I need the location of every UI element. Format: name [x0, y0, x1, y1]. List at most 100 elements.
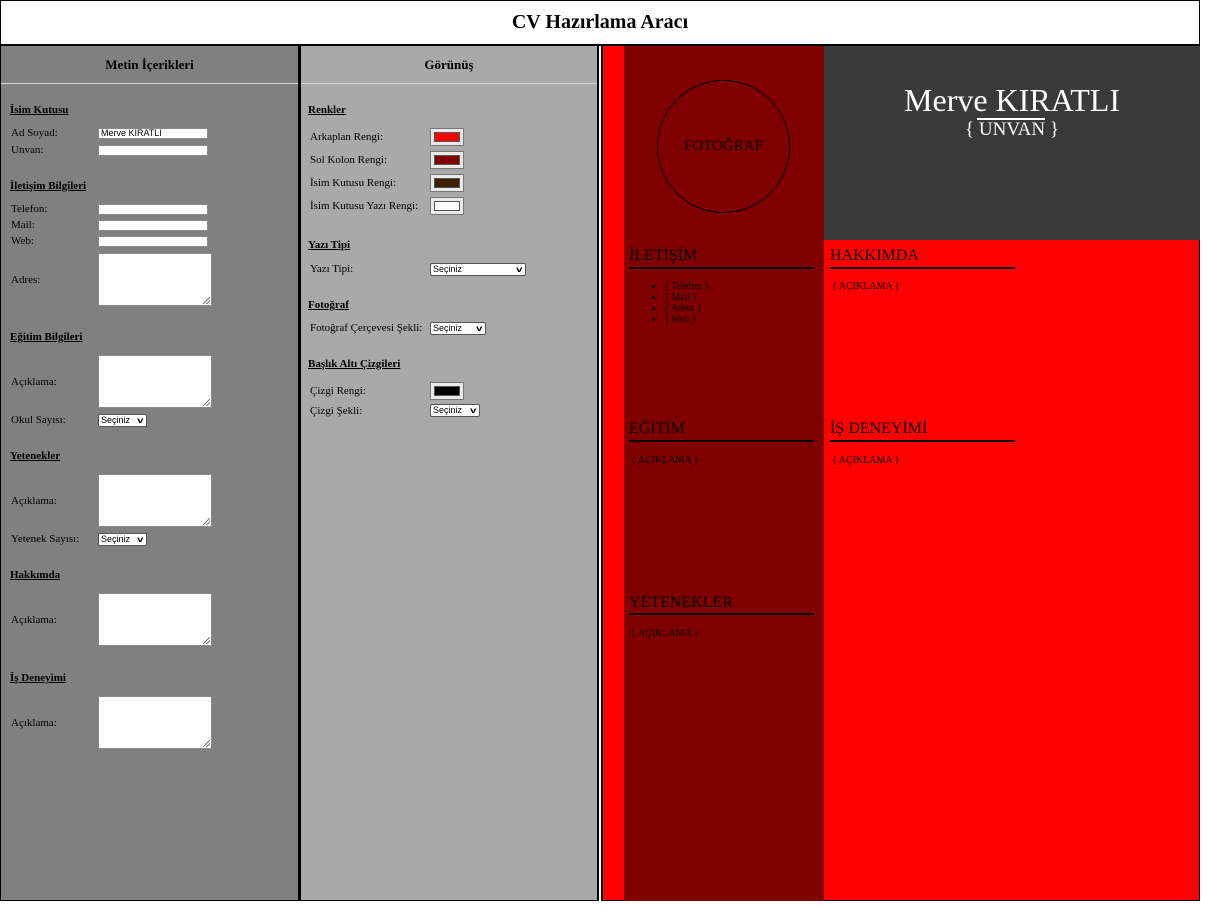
cv-contact-web: { Web } — [664, 314, 709, 325]
appearance-title: Görünüş — [301, 46, 597, 84]
photo-frame-value: Seçiniz — [433, 323, 463, 333]
font-select[interactable]: Seçiniz v — [430, 263, 526, 276]
web-label: Web: — [11, 235, 34, 247]
leftcol-color-picker[interactable] — [430, 151, 464, 169]
chevron-down-icon: v — [475, 324, 482, 333]
photo-frame-label: Fotoğraf Çerçevesi Şekli: — [310, 322, 423, 334]
line-color-label: Çizgi Rengi: — [310, 385, 366, 397]
skill-count-label: Yetenek Sayısı: — [11, 533, 80, 545]
about-desc-textarea[interactable] — [98, 593, 212, 646]
phone-input[interactable] — [98, 204, 208, 215]
line-color-swatch — [434, 386, 460, 396]
cv-skills-desc: { AÇIKLAMA } — [631, 628, 699, 639]
line-shape-value: Seçiniz — [433, 405, 463, 415]
line-shape-label: Çizgi Şekli: — [310, 405, 363, 417]
school-count-select[interactable]: Seçiniz v — [98, 414, 147, 427]
namebox-color-swatch — [434, 178, 460, 188]
full-name-label: Ad Soyad: — [11, 127, 58, 139]
address-label: Adres: — [11, 274, 41, 286]
cv-about-rule — [830, 267, 1015, 269]
skills-section-title: Yetenekler — [10, 450, 61, 462]
cv-contact-list: { Telefon } { Mail } { Adres } { Web } — [664, 281, 709, 325]
title-label: Unvan: — [11, 144, 44, 156]
cv-contact-mail: { Mail } — [664, 292, 709, 303]
work-desc-label: Açıklama: — [11, 717, 57, 729]
photo-frame-select[interactable]: Seçiniz v — [430, 322, 486, 335]
leftcol-color-label: Sol Kolon Rengi: — [310, 154, 388, 166]
chevron-down-icon: v — [136, 535, 143, 544]
cv-name: Merve KIRATLI — [904, 82, 1120, 118]
app-title: CV Hazırlama Aracı — [0, 0, 1200, 46]
appearance-panel: Görünüş Renkler Arkaplan Rengi: Sol Kolo… — [300, 46, 599, 901]
cv-contact-heading: İLETİŞİM — [629, 247, 698, 264]
namebox-color-picker[interactable] — [430, 174, 464, 192]
phone-label: Telefon: — [11, 203, 48, 215]
bg-color-label: Arkaplan Rengi: — [310, 131, 384, 143]
cv-about-desc: { AÇIKLAMA } — [832, 281, 900, 292]
colors-section-title: Renkler — [308, 104, 346, 116]
cv-skills-heading: YETENEKLER — [629, 594, 733, 611]
cv-work-heading: İŞ DENEYİMİ — [830, 420, 928, 437]
education-section-title: Eğitim Bilgileri — [10, 331, 83, 343]
about-desc-label: Açıklama: — [11, 614, 57, 626]
resize-grip-icon[interactable] — [203, 637, 210, 644]
leftcol-color-swatch — [434, 155, 460, 165]
text-contents-panel: Metin İçerikleri İsim Kutusu Ad Soyad: M… — [0, 46, 300, 901]
about-section-title: Hakkımda — [10, 569, 61, 581]
skills-desc-textarea[interactable] — [98, 474, 212, 527]
education-desc-label: Açıklama: — [11, 376, 57, 388]
cv-education-desc: { AÇIKLAMA } — [631, 455, 699, 466]
school-count-label: Okul Sayısı: — [11, 414, 66, 426]
cv-name-box: Merve KIRATLI { UNVAN } — [824, 46, 1200, 240]
work-section-title: İş Deneyimi — [10, 672, 66, 684]
web-input[interactable] — [98, 236, 208, 247]
line-color-picker[interactable] — [430, 382, 464, 400]
cv-title: { UNVAN } — [965, 119, 1059, 140]
mail-label: Mail: — [11, 219, 35, 231]
school-count-value: Seçiniz — [101, 415, 131, 425]
cv-work-desc: { AÇIKLAMA } — [832, 455, 900, 466]
font-label: Yazı Tipi: — [310, 263, 354, 275]
cv-photo-frame: FOTOĞRAF — [657, 80, 790, 213]
cv-left-column: FOTOĞRAF İLETİŞİM { Telefon } { Mail } {… — [624, 46, 824, 901]
cv-education-rule — [629, 440, 814, 442]
title-input[interactable] — [98, 145, 208, 156]
skill-count-select[interactable]: Seçiniz v — [98, 533, 147, 546]
text-contents-title: Metin İçerikleri — [1, 46, 298, 84]
cv-education-heading: EĞİTİM — [629, 420, 685, 437]
contact-section-title: İletişim Bilgileri — [10, 180, 87, 192]
address-textarea[interactable] — [98, 253, 212, 306]
cv-about-heading: HAKKIMDA — [830, 247, 919, 264]
font-section-title: Yazı Tipi — [308, 239, 351, 251]
chevron-down-icon: v — [469, 406, 476, 415]
cv-work-rule — [830, 440, 1015, 442]
resize-grip-icon[interactable] — [203, 740, 210, 747]
bg-color-swatch — [434, 132, 460, 142]
line-shape-select[interactable]: Seçiniz v — [430, 404, 480, 417]
cv-contact-phone: { Telefon } — [664, 281, 709, 292]
resize-grip-icon[interactable] — [203, 399, 210, 406]
nametext-color-swatch — [434, 201, 460, 211]
work-desc-textarea[interactable] — [98, 696, 212, 749]
bg-color-picker[interactable] — [430, 128, 464, 146]
chevron-down-icon: v — [515, 265, 522, 274]
cv-contact-rule — [629, 267, 814, 269]
full-name-input[interactable]: Merve KIRATLI — [98, 128, 208, 139]
nametext-color-picker[interactable] — [430, 197, 464, 215]
chevron-down-icon: v — [136, 416, 143, 425]
resize-grip-icon[interactable] — [203, 518, 210, 525]
cv-preview: FOTOĞRAF İLETİŞİM { Telefon } { Mail } {… — [601, 46, 1200, 901]
name-box-section-title: İsim Kutusu — [10, 104, 69, 116]
mail-input[interactable] — [98, 220, 208, 231]
font-select-value: Seçiniz — [433, 264, 463, 274]
cv-skills-rule — [629, 613, 814, 615]
nametext-color-label: İsim Kutusu Yazı Rengi: — [310, 200, 419, 212]
namebox-color-label: İsim Kutusu Rengi: — [310, 177, 397, 189]
cv-contact-address: { Adres } — [664, 303, 709, 314]
photo-section-title: Fotoğraf — [308, 299, 349, 311]
line-section-title: Başlık Altı Çizgileri — [308, 358, 401, 370]
skill-count-value: Seçiniz — [101, 534, 131, 544]
education-desc-textarea[interactable] — [98, 355, 212, 408]
resize-grip-icon[interactable] — [203, 297, 210, 304]
skills-desc-label: Açıklama: — [11, 495, 57, 507]
